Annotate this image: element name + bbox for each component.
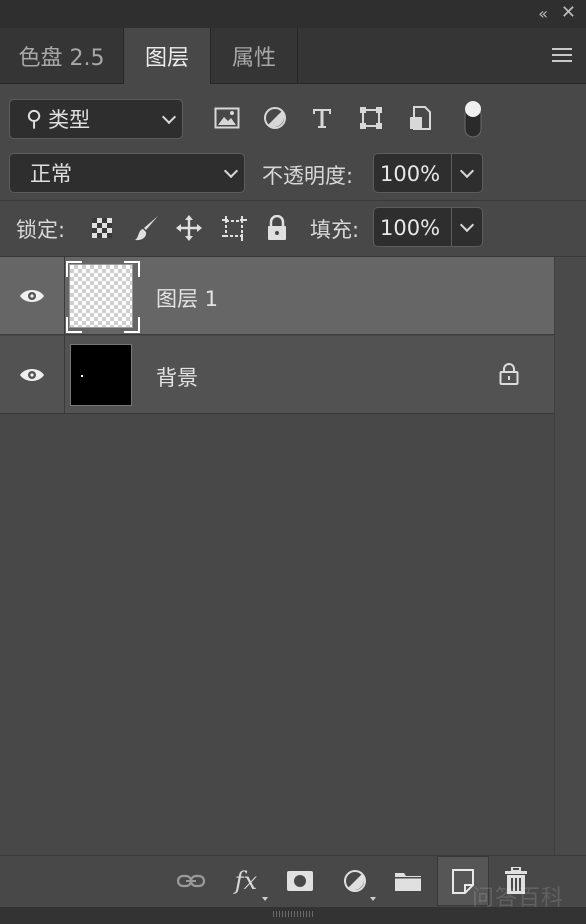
selection-corner [66,317,82,333]
dropdown-indicator [370,897,376,901]
lock-all-icon[interactable] [262,213,292,243]
filter-kind-select[interactable]: ⚲ 类型 [9,99,183,139]
fill-dropdown-button[interactable] [451,208,482,246]
layer-row-background[interactable]: 背景 [0,336,554,414]
opacity-field[interactable]: 100% [373,153,483,193]
scrollbar[interactable] [554,257,586,855]
opacity-label: 不透明度: [262,164,354,188]
panel-title-strip [0,0,586,28]
fx-icon[interactable]: fx [231,866,261,896]
selection-corner [66,261,82,277]
tab-swatches[interactable]: 色盘 2.5 [0,28,124,84]
layer-name[interactable]: 背景 [156,362,198,392]
eye-icon [20,289,44,302]
dropdown-indicator [262,897,268,901]
close-icon[interactable]: ✕ [561,2,576,23]
layer-row-layer-1[interactable]: 图层 1 [0,257,554,335]
panel-menu-icon[interactable] [552,48,572,66]
opacity-value: 100% [380,162,441,186]
visibility-toggle[interactable] [0,257,65,334]
chevron-down-icon [223,163,239,179]
lock-label: 锁定: [16,218,66,242]
eye-icon [20,368,44,381]
watermark: 问答百科 [471,886,564,911]
thumbnail-dot [81,375,83,377]
blend-mode-value: 正常 [30,162,72,186]
resize-grip[interactable] [273,911,313,917]
lock-position-icon[interactable] [174,213,204,243]
lock-artboard-icon[interactable] [219,213,249,243]
tab-properties[interactable]: 属性 [211,28,298,84]
search-icon: ⚲ [26,106,43,132]
link-layers-icon[interactable] [176,866,206,896]
chevron-down-icon [459,163,475,179]
type-filter-icon[interactable] [308,104,336,132]
chevron-down-icon [459,217,475,233]
opacity-dropdown-button[interactable] [451,154,482,192]
blend-mode-select[interactable]: 正常 [9,153,245,193]
fill-label: 填充: [310,218,360,242]
layer-lock-icon[interactable] [498,362,520,390]
tab-bar: 色盘 2.5 图层 属性 [0,28,586,84]
lock-transparent-pixels-icon[interactable] [87,213,117,243]
collapse-panel-icon[interactable]: « [538,4,548,23]
tab-layers[interactable]: 图层 [124,28,211,84]
divider [0,200,586,201]
smart-object-filter-icon[interactable] [406,104,434,132]
shape-filter-icon[interactable] [357,104,385,132]
lock-image-pixels-icon[interactable] [132,213,162,243]
add-mask-icon[interactable] [285,866,315,896]
new-group-icon[interactable] [393,866,423,896]
filter-kind-label: 类型 [48,108,91,132]
layers-panel [0,84,586,924]
adjustment-filter-icon[interactable] [261,104,289,132]
layer-name[interactable]: 图层 1 [156,283,218,313]
fill-value: 100% [380,216,441,240]
layer-thumbnail[interactable] [70,344,132,406]
chevron-down-icon [161,109,177,125]
fill-field[interactable]: 100% [373,207,483,247]
image-filter-icon[interactable] [213,104,241,132]
selection-corner [124,261,140,277]
selection-corner [124,317,140,333]
visibility-toggle[interactable] [0,336,65,413]
adjustment-layer-icon[interactable] [340,866,370,896]
filter-toggle-switch[interactable] [459,98,487,140]
